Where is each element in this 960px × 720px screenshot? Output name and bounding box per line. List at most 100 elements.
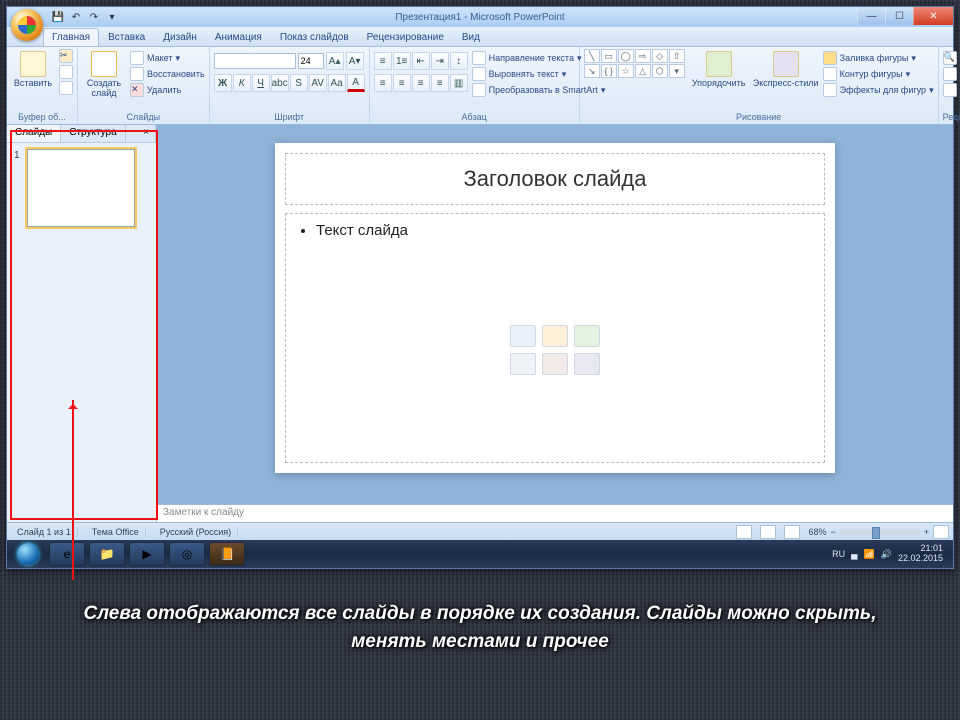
close-pane-button[interactable]: × [137, 125, 156, 142]
layout-icon [130, 51, 144, 65]
tab-slideshow[interactable]: Показ слайдов [271, 28, 358, 46]
select-icon [943, 83, 957, 97]
shape-outline-icon [823, 67, 837, 81]
tab-design[interactable]: Дизайн [154, 28, 206, 46]
slide-canvas[interactable]: Заголовок слайда Текст слайда [275, 143, 835, 473]
tab-animation[interactable]: Анимация [206, 28, 271, 46]
change-case-button[interactable]: Aa [328, 74, 346, 92]
line-spacing-button[interactable]: ↕ [450, 52, 468, 70]
normal-view-button[interactable] [736, 525, 752, 539]
tab-home[interactable]: Главная [43, 28, 99, 46]
font-label: Шрифт [214, 110, 365, 124]
indent-inc-button[interactable]: ⇥ [431, 52, 449, 70]
zoom-out-button[interactable]: − [830, 527, 835, 537]
language-indicator[interactable]: Русский (Россия) [154, 527, 238, 537]
slides-pane: Слайды Структура × [7, 125, 157, 522]
strike-button[interactable]: abc [271, 74, 289, 92]
new-slide-button[interactable]: Создать слайд [82, 49, 126, 99]
clipboard-label: Буфер об... [11, 110, 73, 124]
reset-button[interactable]: Восстановить [130, 67, 205, 81]
shapes-gallery[interactable]: ╲▭◯⇨◇⇧ ↘{ }☆△⬡▾ [584, 49, 685, 78]
drawing-label: Рисование [584, 110, 934, 124]
title-placeholder[interactable]: Заголовок слайда [285, 153, 825, 205]
find-button[interactable]: 🔍Найти [943, 51, 960, 65]
insert-picture-icon[interactable] [510, 353, 536, 375]
zoom-in-button[interactable]: + [924, 527, 929, 537]
taskbar-powerpoint-icon[interactable]: 📙 [209, 542, 245, 566]
tray-sound-icon[interactable]: 🔊 [881, 549, 892, 560]
align-left-button[interactable]: ≡ [374, 74, 392, 92]
layout-button[interactable]: Макет ▾ [130, 51, 205, 65]
taskbar-ie-icon[interactable]: e [49, 542, 85, 566]
reset-icon [130, 67, 144, 81]
arrange-button[interactable]: Упорядочить [689, 49, 749, 89]
shape-outline-button[interactable]: Контур фигуры ▾ [823, 67, 934, 81]
shape-fill-button[interactable]: Заливка фигуры ▾ [823, 51, 934, 65]
tray-flag-icon[interactable]: ▄ [851, 549, 857, 559]
tray-network-icon[interactable]: 📶 [864, 549, 875, 560]
align-right-button[interactable]: ≡ [412, 74, 430, 92]
tray-clock[interactable]: 21:01 22.02.2015 [898, 544, 943, 564]
quick-styles-button[interactable]: Экспресс-стили [753, 49, 819, 89]
outline-tab[interactable]: Структура [61, 125, 125, 142]
tab-review[interactable]: Рецензирование [358, 28, 453, 46]
font-color-button[interactable]: A [347, 74, 365, 92]
copy-icon[interactable] [59, 65, 73, 79]
delete-slide-button[interactable]: ✕Удалить [130, 83, 205, 97]
justify-button[interactable]: ≡ [431, 74, 449, 92]
font-family-input[interactable] [214, 53, 296, 69]
align-center-button[interactable]: ≡ [393, 74, 411, 92]
columns-button[interactable]: ▥ [450, 74, 468, 92]
insert-clipart-icon[interactable] [542, 353, 568, 375]
format-painter-icon[interactable] [59, 81, 73, 95]
italic-button[interactable]: К [233, 74, 251, 92]
paste-button[interactable]: Вставить [11, 49, 55, 89]
office-button[interactable] [11, 9, 43, 41]
replace-button[interactable]: Заменить ▾ [943, 67, 960, 81]
grow-font-icon[interactable]: A▴ [326, 52, 344, 70]
taskbar-explorer-icon[interactable]: 📁 [89, 542, 125, 566]
tray-lang[interactable]: RU [832, 549, 845, 559]
find-icon: 🔍 [943, 51, 957, 65]
taskbar-media-icon[interactable]: ▶ [129, 542, 165, 566]
fit-window-button[interactable] [933, 525, 949, 539]
theme-name: Тема Office [86, 527, 146, 537]
zoom-level: 68% [808, 527, 826, 537]
shrink-font-icon[interactable]: A▾ [346, 52, 364, 70]
bold-button[interactable]: Ж [214, 74, 232, 92]
ribbon-tabs: Главная Вставка Дизайн Анимация Показ сл… [7, 27, 953, 47]
cut-icon[interactable]: ✂ [59, 49, 73, 63]
zoom-slider[interactable] [840, 530, 920, 534]
insert-smartart-icon[interactable] [574, 325, 600, 347]
insert-table-icon[interactable] [510, 325, 536, 347]
title-bar: 💾 ↶ ↷ ▾ Презентация1 - Microsoft PowerPo… [7, 7, 953, 27]
shadow-button[interactable]: S [290, 74, 308, 92]
underline-button[interactable]: Ч [252, 74, 270, 92]
workspace: Слайды Структура × Заголовок слайда Текс… [7, 125, 953, 522]
numbering-button[interactable]: 1≡ [393, 52, 411, 70]
slideshow-view-button[interactable] [784, 525, 800, 539]
thumbnails-area[interactable] [7, 143, 156, 522]
notes-pane[interactable]: Заметки к слайду [157, 504, 953, 522]
zoom-control: 68% − + [808, 525, 949, 539]
slides-tab[interactable]: Слайды [7, 125, 61, 142]
sorter-view-button[interactable] [760, 525, 776, 539]
insert-media-icon[interactable] [574, 353, 600, 375]
char-spacing-button[interactable]: AV [309, 74, 327, 92]
start-button[interactable] [11, 542, 45, 566]
tab-insert[interactable]: Вставка [99, 28, 154, 46]
font-size-input[interactable] [298, 53, 324, 69]
tab-view[interactable]: Вид [453, 28, 489, 46]
indent-dec-button[interactable]: ⇤ [412, 52, 430, 70]
shape-effects-button[interactable]: Эффекты для фигур ▾ [823, 83, 934, 97]
content-placeholder[interactable]: Текст слайда [285, 213, 825, 463]
group-paragraph: ≡ 1≡ ⇤ ⇥ ↕ ≡ ≡ ≡ ≡ ▥ Направлени [370, 47, 580, 124]
arrange-icon [706, 51, 732, 77]
content-insert-icons [510, 325, 600, 375]
bullets-button[interactable]: ≡ [374, 52, 392, 70]
insert-chart-icon[interactable] [542, 325, 568, 347]
taskbar-chrome-icon[interactable]: ◎ [169, 542, 205, 566]
powerpoint-window: 💾 ↶ ↷ ▾ Презентация1 - Microsoft PowerPo… [6, 6, 954, 569]
select-button[interactable]: Выделить ▾ [943, 83, 960, 97]
slide-thumbnail[interactable] [27, 149, 135, 227]
